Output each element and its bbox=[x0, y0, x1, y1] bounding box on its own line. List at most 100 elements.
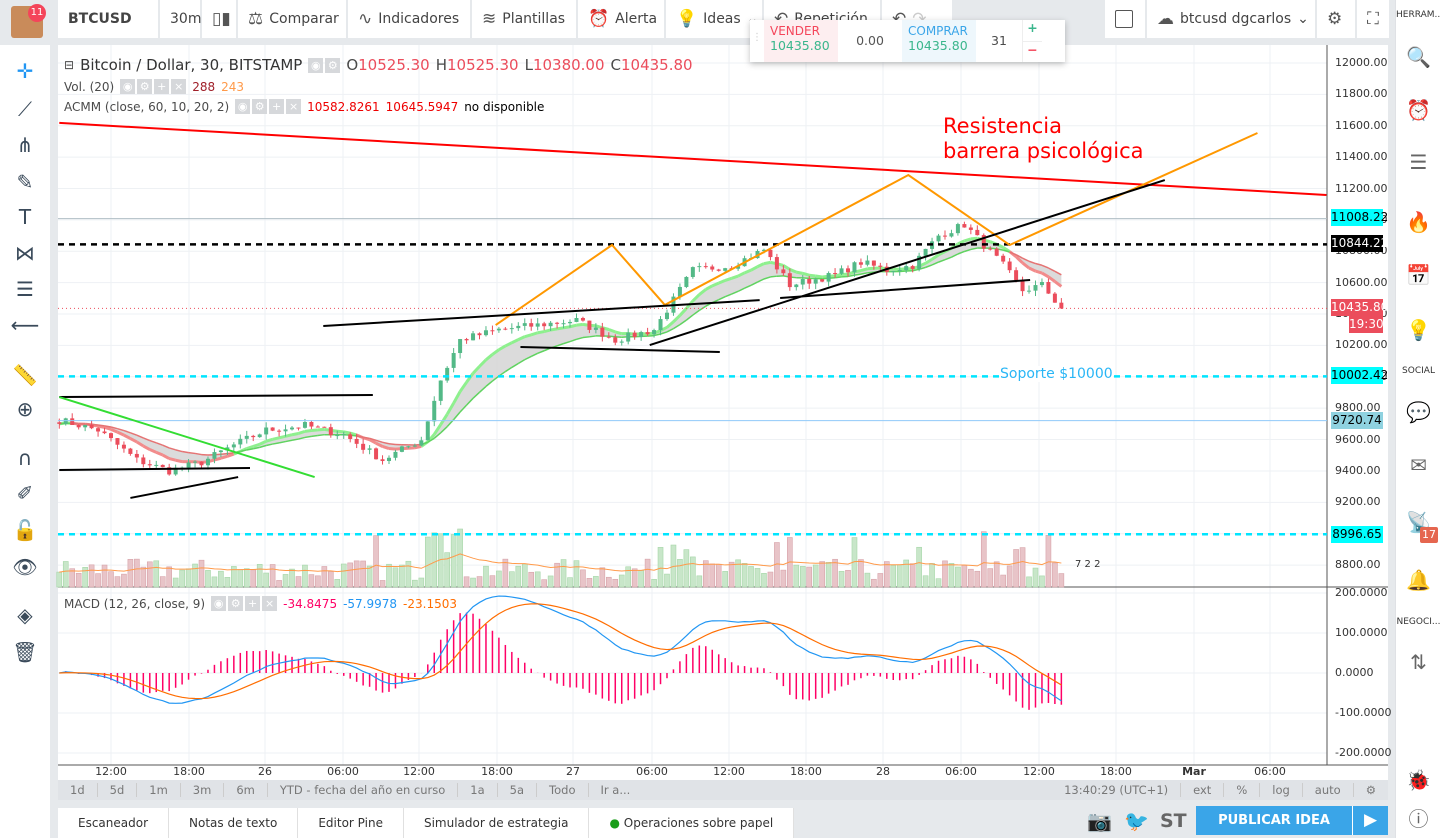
volume-bar bbox=[980, 531, 987, 588]
gear-icon: ⚙ bbox=[137, 79, 153, 94]
candle bbox=[529, 323, 534, 327]
candle bbox=[399, 446, 404, 452]
play-icon[interactable]: ▶ bbox=[1352, 806, 1388, 835]
time-tick: 26 bbox=[258, 765, 272, 778]
series-buttons[interactable]: ◉ ⚙ bbox=[308, 57, 341, 73]
spread: 0.00 bbox=[856, 33, 884, 48]
buy-button[interactable]: COMPRAR 10435.80 bbox=[902, 20, 976, 62]
candle bbox=[128, 448, 133, 454]
range-3m[interactable]: 3m bbox=[181, 783, 225, 797]
candle bbox=[664, 312, 669, 320]
candle bbox=[218, 450, 223, 453]
volume-bar bbox=[431, 532, 438, 588]
goto-date[interactable]: Ir a... bbox=[589, 783, 643, 797]
acmm-fast-line bbox=[104, 425, 112, 431]
volume-bar bbox=[606, 576, 612, 588]
auto-toggle[interactable]: auto bbox=[1303, 783, 1354, 797]
publish-idea-button[interactable]: PUBLICAR IDEA ▶ bbox=[1196, 806, 1388, 835]
range-1a[interactable]: 1a bbox=[458, 783, 498, 797]
stocktwits-button[interactable]: ST bbox=[1160, 810, 1187, 832]
candle bbox=[703, 266, 708, 268]
acmm-slow-line bbox=[220, 452, 228, 456]
drag-handle[interactable]: ⋮ bbox=[750, 20, 764, 62]
volume-title[interactable]: Vol. (20) bbox=[64, 80, 114, 94]
quantity-field[interactable]: 31 bbox=[976, 20, 1022, 62]
volume-bar bbox=[819, 561, 825, 588]
volume-bar bbox=[560, 559, 567, 588]
twitter-icon[interactable]: 🐦 bbox=[1124, 809, 1149, 833]
volume-bar bbox=[269, 564, 276, 588]
log-toggle[interactable]: log bbox=[1260, 783, 1303, 797]
range-5a[interactable]: 5a bbox=[498, 783, 538, 797]
volume-bar bbox=[353, 560, 360, 588]
range-1d[interactable]: 1d bbox=[58, 783, 98, 797]
tab-text-notes[interactable]: Notas de texto bbox=[169, 808, 299, 838]
tab-pine-editor[interactable]: Editor Pine bbox=[298, 808, 404, 838]
volume-bar bbox=[450, 534, 457, 588]
acmm-fast-line bbox=[265, 437, 274, 443]
resistance-annotation[interactable]: Resistencia barrera psicológica bbox=[943, 114, 1144, 164]
candle bbox=[723, 268, 728, 271]
volume-bar bbox=[502, 558, 509, 588]
price-label-10844: 10844.22 bbox=[1331, 235, 1389, 252]
range-1m[interactable]: 1m bbox=[137, 783, 181, 797]
status-dot-icon: ● bbox=[609, 816, 620, 830]
candle bbox=[1052, 293, 1057, 303]
acmm-slow-line bbox=[181, 450, 189, 454]
chart-canvas[interactable] bbox=[0, 0, 1440, 838]
candle bbox=[781, 269, 786, 274]
candle bbox=[1001, 255, 1006, 262]
tab-paper-trading[interactable]: ● Operaciones sobre papel bbox=[589, 808, 795, 838]
camera-icon[interactable]: 📷 bbox=[1087, 809, 1112, 833]
events-label[interactable]: 7 2 2 bbox=[1075, 559, 1100, 570]
candle bbox=[716, 269, 721, 271]
acmm-title[interactable]: ACMM (close, 60, 10, 20, 2) bbox=[64, 100, 229, 114]
macd-hist-value: -34.8475 bbox=[283, 596, 338, 611]
collapse-icon[interactable]: ⊟ bbox=[64, 58, 74, 72]
publish-idea-label: PUBLICAR IDEA bbox=[1218, 813, 1330, 828]
volume-bar bbox=[534, 571, 541, 588]
volume-bar bbox=[664, 573, 670, 588]
macd-buttons[interactable]: ◉ ⚙ + × bbox=[211, 596, 278, 611]
volume-bar bbox=[767, 571, 774, 588]
volume-ma-value: 243 bbox=[221, 79, 245, 94]
volume-bar bbox=[256, 564, 263, 588]
plus-icon: + bbox=[154, 79, 170, 94]
volume-bar bbox=[644, 558, 651, 588]
volume-value: 288 bbox=[192, 79, 216, 94]
gear-icon: ⚙ bbox=[228, 596, 244, 611]
volume-bar bbox=[825, 562, 832, 588]
gear-icon[interactable]: ⚙ bbox=[1354, 783, 1388, 797]
volume-bar bbox=[69, 568, 76, 588]
percent-toggle[interactable]: % bbox=[1224, 783, 1261, 797]
range-all[interactable]: Todo bbox=[537, 783, 589, 797]
range-ytd[interactable]: YTD - fecha del año en curso bbox=[268, 783, 459, 797]
time-tick: 18:00 bbox=[1100, 765, 1132, 778]
decrease-quantity-button[interactable]: − bbox=[1023, 41, 1042, 62]
support-annotation[interactable]: Soporte $10000 bbox=[1000, 366, 1113, 382]
candle bbox=[613, 337, 618, 343]
sell-button[interactable]: VENDER 10435.80 bbox=[764, 20, 838, 62]
ext-toggle[interactable]: ext bbox=[1181, 783, 1225, 797]
volume-bar bbox=[483, 565, 489, 588]
acmm-buttons[interactable]: ◉ ⚙ + × bbox=[235, 99, 302, 114]
increase-quantity-button[interactable]: + bbox=[1023, 20, 1042, 41]
candle bbox=[684, 276, 689, 287]
range-6m[interactable]: 6m bbox=[224, 783, 268, 797]
resistance-text-1: Resistencia bbox=[943, 114, 1062, 138]
volume-bar bbox=[218, 570, 224, 588]
series-title[interactable]: Bitcoin / Dollar, 30, BITSTAMP bbox=[80, 56, 302, 74]
price-label-8996: 8996.65 bbox=[1331, 526, 1383, 543]
volume-buttons[interactable]: ◉ ⚙ + × bbox=[120, 79, 187, 94]
candle bbox=[1007, 261, 1012, 271]
time-tick: 12:00 bbox=[1023, 765, 1055, 778]
tab-scanner[interactable]: Escaneador bbox=[58, 808, 170, 838]
acmm-fast-line bbox=[272, 436, 280, 441]
trendline bbox=[59, 466, 251, 471]
macd-tick: 200.0000 bbox=[1335, 586, 1388, 599]
volume-bar bbox=[871, 578, 877, 588]
volume-bar bbox=[95, 573, 101, 588]
macd-title[interactable]: MACD (12, 26, close, 9) bbox=[64, 597, 205, 611]
range-5d[interactable]: 5d bbox=[98, 783, 138, 797]
tab-strategy-tester[interactable]: Simulador de estrategia bbox=[404, 808, 590, 838]
